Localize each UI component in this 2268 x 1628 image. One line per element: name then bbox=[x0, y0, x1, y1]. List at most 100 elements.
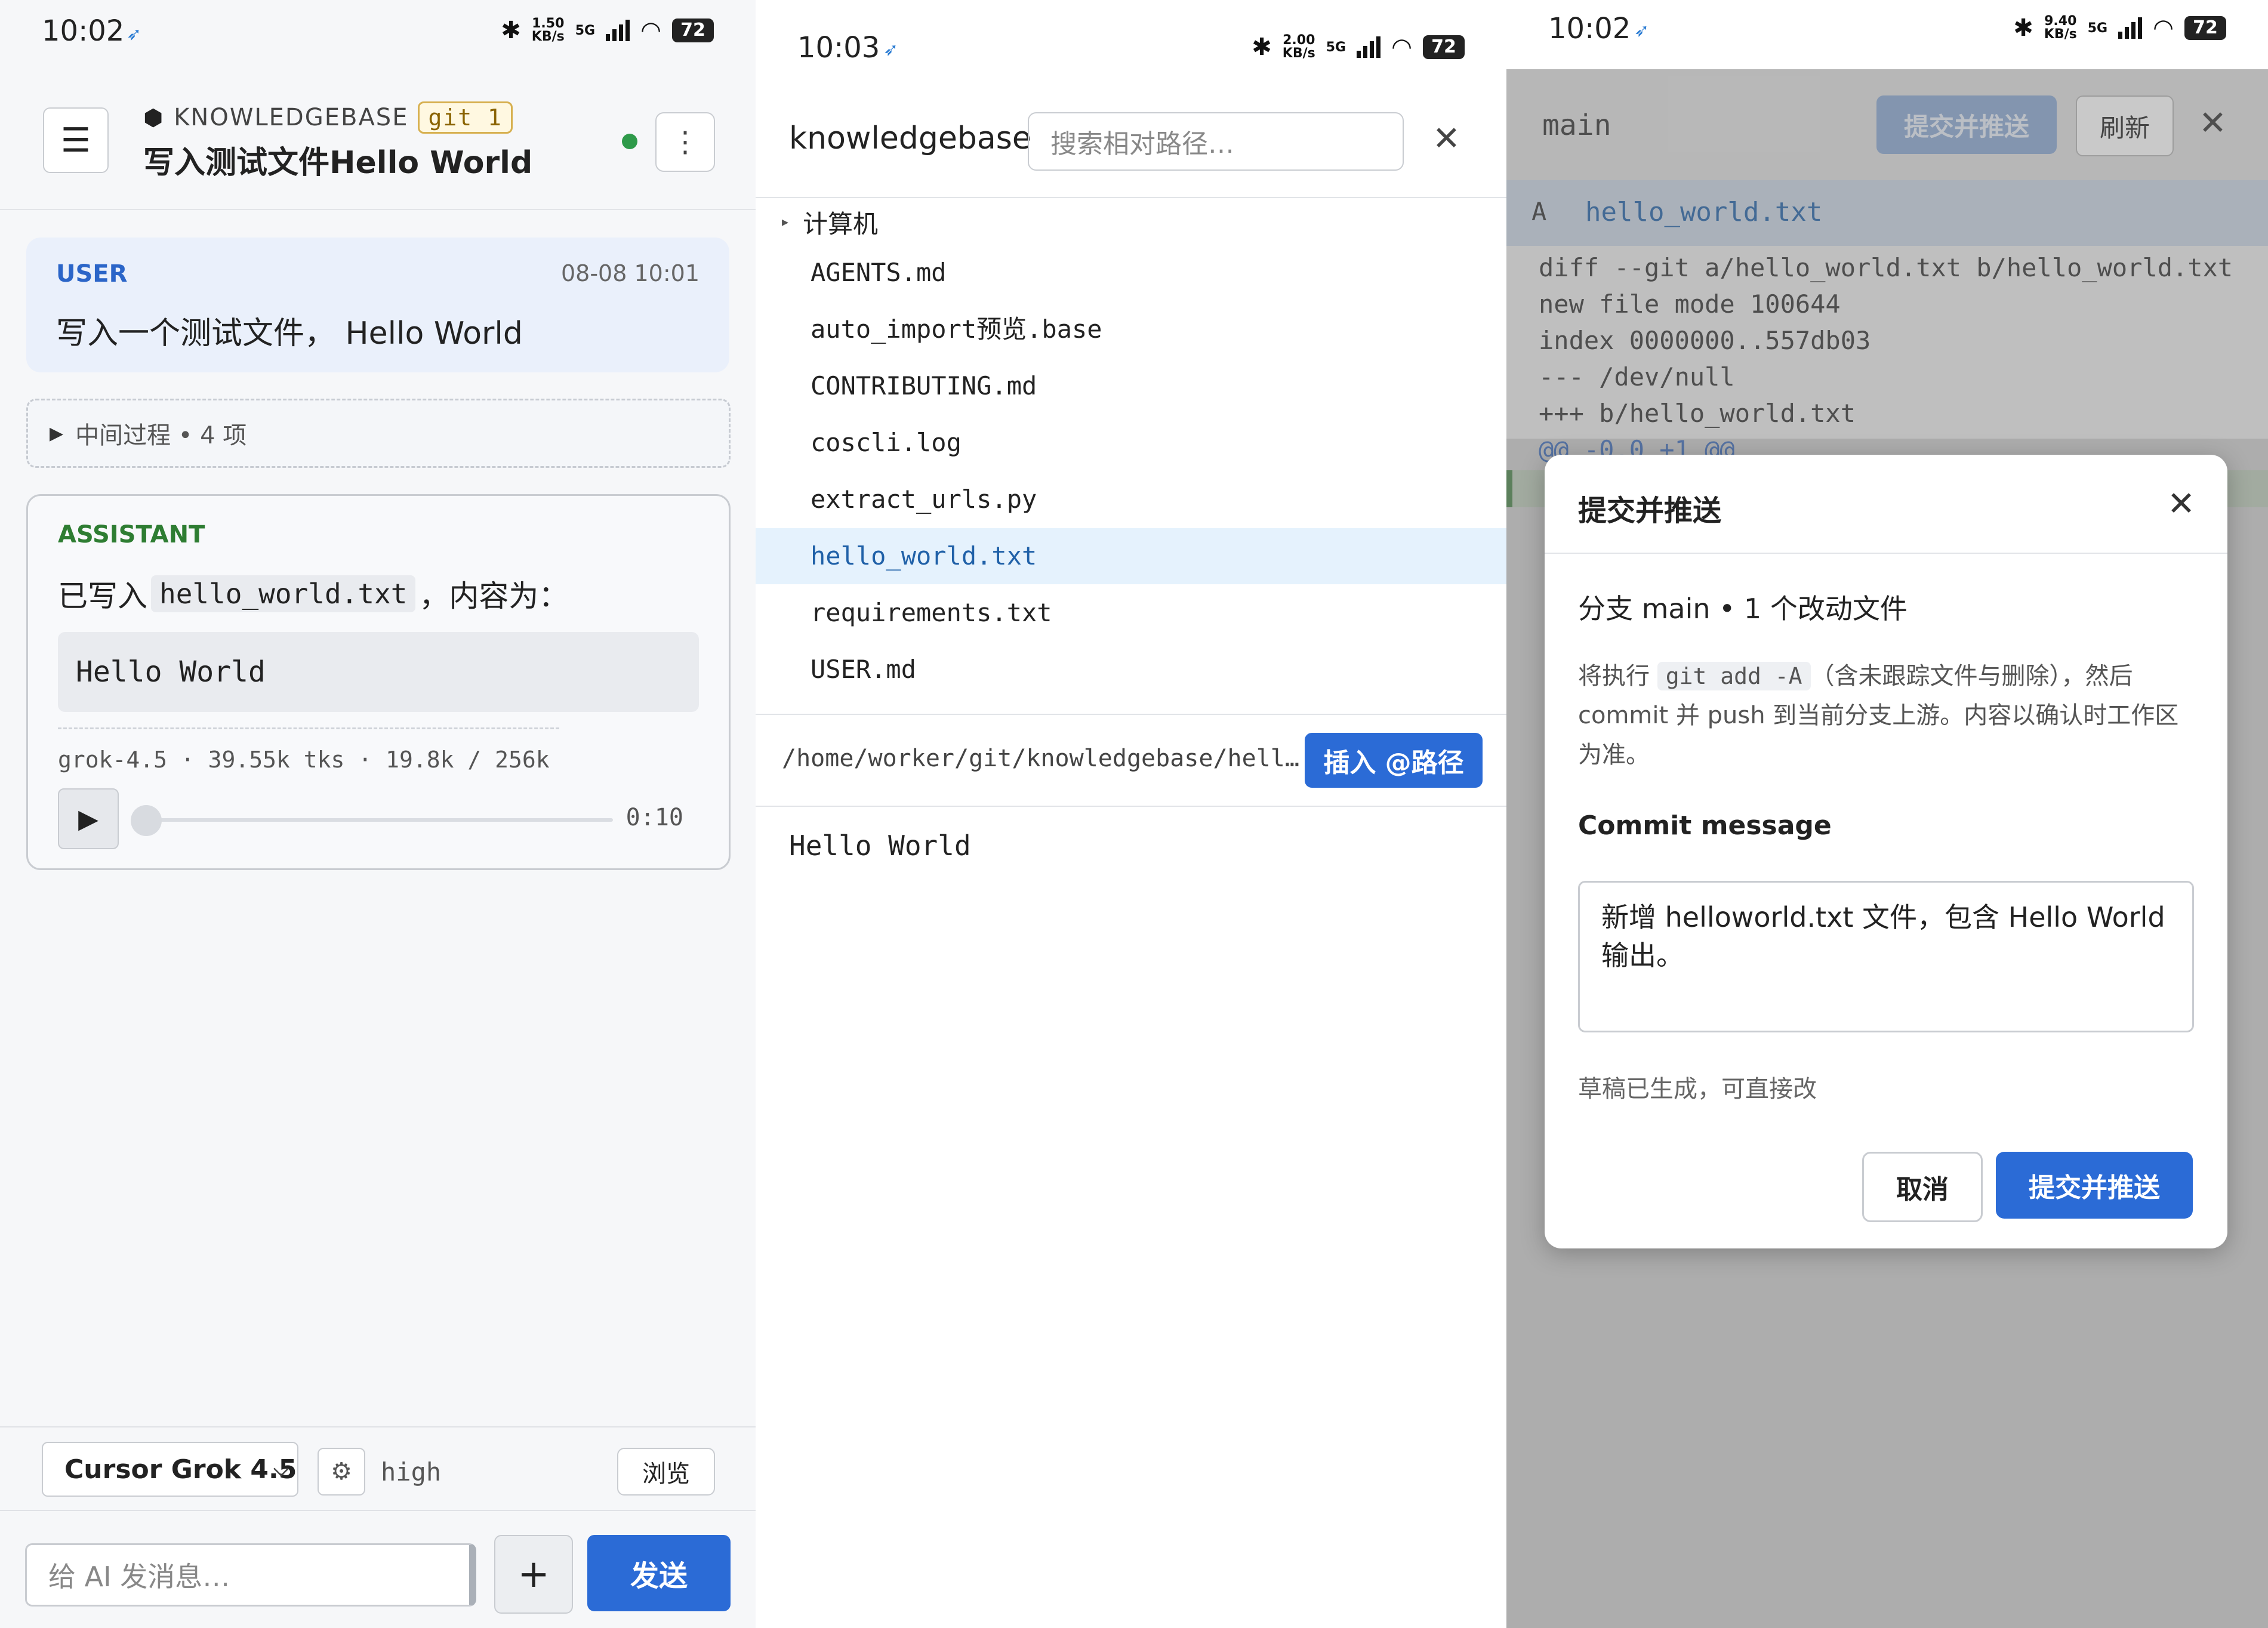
process-label: 中间过程 • 4 项 bbox=[75, 422, 247, 449]
net-speed: 1.50 KB/s bbox=[531, 16, 565, 44]
inline-filename: hello_world.txt bbox=[151, 575, 416, 612]
user-message-text: 写入一个测试文件， Hello World bbox=[56, 316, 523, 352]
wifi-icon: ◠ bbox=[2153, 14, 2174, 42]
intermediate-process-toggle[interactable]: ▶ 中间过程 • 4 项 bbox=[26, 399, 731, 468]
settings-button[interactable]: ⚙ bbox=[318, 1448, 365, 1496]
message-timestamp: 08-08 10:01 bbox=[560, 260, 699, 286]
commit-message-label: Commit message bbox=[1578, 810, 1832, 841]
expand-triangle-icon: ▶ bbox=[50, 423, 64, 444]
status-icons: ✱ 2.00 KB/s 5G ◠ 72 bbox=[1252, 33, 1465, 61]
assistant-message: ASSISTANT 已写入 hello_world.txt ，内容为： Hell… bbox=[26, 494, 731, 870]
signal-icon bbox=[1357, 36, 1381, 58]
git-command: git add -A bbox=[1657, 662, 1811, 690]
composer: 给 AI 发消息… + 发送 bbox=[0, 1510, 756, 1628]
location-arrow-icon: ➶ bbox=[127, 24, 142, 45]
file-browser-header: knowledgebase 搜索相对路径… ✕ bbox=[756, 78, 1506, 198]
reasoning-effort[interactable]: high bbox=[381, 1457, 441, 1487]
network-type: 5G bbox=[575, 23, 596, 38]
chevron-down-icon: ⌵ bbox=[273, 1457, 289, 1481]
chat-header: ☰ ⬢ KNOWLEDGEBASE git 1 写入测试文件Hello Worl… bbox=[0, 72, 756, 210]
dialog-description: 将执行 git add -A （含未跟踪文件与删除），然后 commit 并 pu… bbox=[1578, 656, 2199, 775]
audio-duration: 0:10 bbox=[625, 804, 683, 831]
code-block: Hello World bbox=[58, 632, 699, 712]
insert-path-button[interactable]: 插入 @路径 bbox=[1305, 733, 1483, 788]
play-button[interactable]: ▶ bbox=[58, 788, 119, 849]
folder-item[interactable]: ▸ 计算机 bbox=[782, 204, 878, 240]
model-meta: grok-4.5 · 39.55k tks · 19.8k / 256k bbox=[58, 747, 550, 773]
status-time: 10:02 bbox=[1548, 12, 1631, 45]
file-item-selected[interactable]: hello_world.txt bbox=[756, 528, 1506, 584]
attach-button[interactable]: + bbox=[494, 1535, 573, 1614]
file-item[interactable]: coscli.log bbox=[756, 415, 1506, 471]
menu-button[interactable]: ☰ bbox=[43, 107, 109, 173]
dialog-title: 提交并推送 bbox=[1578, 494, 1722, 528]
file-item[interactable]: requirements.txt bbox=[756, 585, 1506, 641]
commit-message-input[interactable]: 新增 helloworld.txt 文件，包含 Hello World 输出。 bbox=[1578, 881, 2194, 1032]
bluetooth-icon: ✱ bbox=[501, 17, 521, 44]
audio-progress-track[interactable] bbox=[141, 818, 613, 822]
repo-line: ⬢ KNOWLEDGEBASE git 1 bbox=[143, 101, 513, 134]
cube-icon: ⬢ bbox=[143, 104, 165, 131]
file-item[interactable]: extract_urls.py bbox=[756, 471, 1506, 528]
file-item[interactable]: AGENTS.md bbox=[756, 245, 1506, 301]
modal-backdrop-top bbox=[1506, 69, 2268, 439]
close-icon[interactable]: ✕ bbox=[1432, 119, 1460, 158]
commit-push-dialog: 提交并推送 ✕ 分支 main • 1 个改动文件 将执行 git add -A… bbox=[1545, 455, 2227, 1248]
battery-icon: 72 bbox=[2184, 16, 2226, 40]
assistant-role-label: ASSISTANT bbox=[58, 521, 205, 548]
repo-name: KNOWLEDGEBASE bbox=[174, 104, 409, 131]
status-time: 10:02 bbox=[42, 14, 125, 48]
assistant-text-suffix: ，内容为： bbox=[419, 579, 569, 613]
path-search-input[interactable]: 搜索相对路径… bbox=[1028, 112, 1404, 171]
file-item[interactable]: auto_import预览.base bbox=[756, 301, 1506, 357]
signal-icon bbox=[606, 20, 630, 41]
location-arrow-icon: ➶ bbox=[1634, 20, 1650, 41]
status-bar: 10:03 ➶ ✱ 2.00 KB/s 5G ◠ 72 bbox=[756, 0, 1506, 72]
folder-caret-icon: ▸ bbox=[782, 215, 789, 230]
wifi-icon: ◠ bbox=[1391, 33, 1412, 61]
more-options-button[interactable]: ⋮ bbox=[655, 112, 715, 172]
status-icons: ✱ 9.40 KB/s 5G ◠ 72 bbox=[2013, 14, 2226, 42]
close-icon[interactable]: ✕ bbox=[2167, 485, 2195, 523]
battery-icon: 72 bbox=[1423, 35, 1465, 59]
model-controls: Cursor Grok 4.5 ⌵ ⚙ high 浏览 bbox=[0, 1426, 756, 1511]
git-badge[interactable]: git 1 bbox=[418, 101, 513, 134]
browse-button[interactable]: 浏览 bbox=[617, 1448, 715, 1496]
signal-icon bbox=[2118, 17, 2143, 39]
folder-label: 计算机 bbox=[803, 209, 879, 239]
desc-prefix: 将执行 bbox=[1578, 662, 1650, 690]
status-time: 10:03 bbox=[797, 31, 880, 64]
bluetooth-icon: ✱ bbox=[1252, 33, 1272, 61]
online-status-dot bbox=[622, 134, 637, 149]
user-role-label: USER bbox=[56, 260, 128, 288]
model-select-value: Cursor Grok 4.5 bbox=[64, 1454, 297, 1485]
repo-title: knowledgebase bbox=[789, 121, 1031, 156]
confirm-commit-push-button[interactable]: 提交并推送 bbox=[1996, 1152, 2193, 1219]
assistant-text-prefix: 已写入 bbox=[58, 579, 147, 613]
location-arrow-icon: ➶ bbox=[883, 39, 899, 60]
kebab-icon: ⋮ bbox=[671, 125, 699, 159]
user-message: USER 08-08 10:01 写入一个测试文件， Hello World bbox=[26, 238, 729, 372]
file-item[interactable]: USER.md bbox=[756, 642, 1506, 698]
file-browser-panel: 10:03 ➶ ✱ 2.00 KB/s 5G ◠ 72 knowledgebase… bbox=[756, 0, 1506, 1628]
file-content: Hello World bbox=[789, 830, 971, 862]
current-path: /home/worker/git/knowledgebase/hell… bbox=[782, 745, 1299, 772]
assistant-text: 已写入 hello_world.txt ，内容为： bbox=[58, 572, 568, 615]
net-speed: 2.00 KB/s bbox=[1282, 33, 1315, 61]
model-select[interactable]: Cursor Grok 4.5 ⌵ bbox=[42, 1442, 298, 1497]
network-type: 5G bbox=[1326, 39, 1346, 55]
bluetooth-icon: ✱ bbox=[2013, 14, 2033, 42]
conversation-title: 写入测试文件Hello World bbox=[143, 145, 533, 181]
net-speed: 9.40 KB/s bbox=[2044, 14, 2077, 42]
chat-panel: 10:02 ➶ ✱ 1.50 KB/s 5G ◠ 72 ☰ ⬢ KNOWLEDGE… bbox=[0, 0, 756, 1628]
message-input[interactable]: 给 AI 发消息… bbox=[25, 1543, 476, 1607]
send-button[interactable]: 发送 bbox=[587, 1535, 731, 1611]
play-icon: ▶ bbox=[78, 803, 98, 834]
gear-icon: ⚙ bbox=[331, 1458, 352, 1485]
hamburger-icon: ☰ bbox=[60, 121, 91, 160]
cancel-button[interactable]: 取消 bbox=[1862, 1152, 1983, 1222]
status-icons: ✱ 1.50 KB/s 5G ◠ 72 bbox=[501, 17, 714, 44]
status-bar: 10:02 ➶ ✱ 1.50 KB/s 5G ◠ 72 bbox=[0, 0, 756, 72]
audio-progress-knob[interactable] bbox=[131, 805, 162, 836]
file-item[interactable]: CONTRIBUTING.md bbox=[756, 358, 1506, 414]
